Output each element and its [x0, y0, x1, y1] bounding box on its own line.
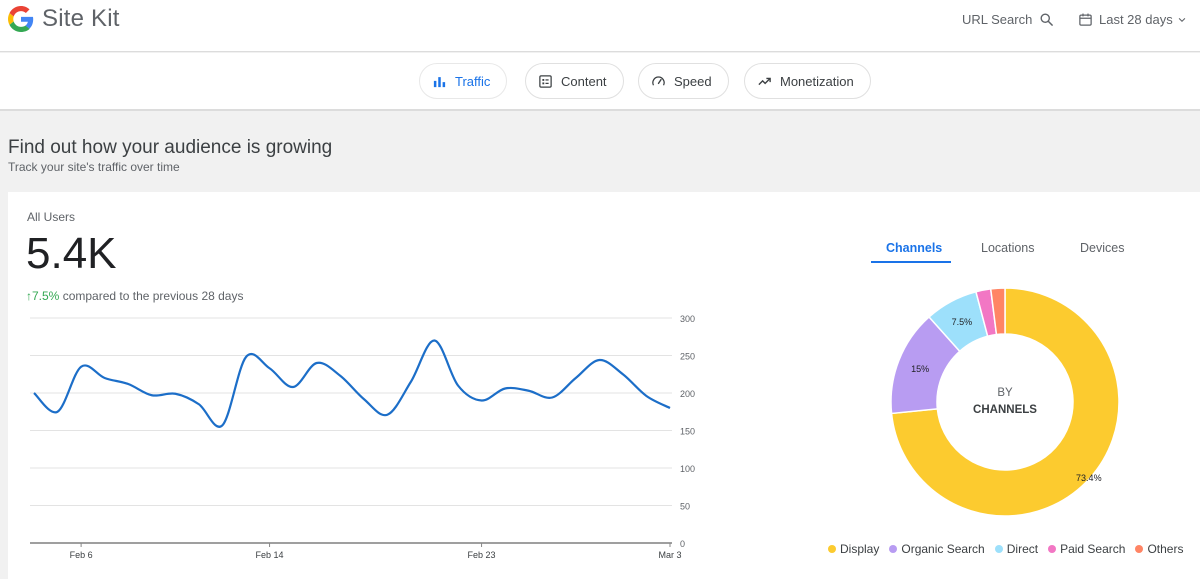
y-tick-label: 50 — [680, 502, 690, 512]
site-kit-logo[interactable]: Site Kit — [8, 5, 120, 33]
legend-label: Direct — [1006, 542, 1039, 556]
data-point[interactable] — [550, 395, 555, 400]
legend-item[interactable]: Organic Search — [889, 542, 985, 556]
y-tick-label: 0 — [680, 539, 685, 549]
data-point[interactable] — [291, 385, 296, 390]
data-point[interactable] — [126, 382, 131, 387]
data-point[interactable] — [644, 394, 649, 399]
tab-content-label: Content — [561, 73, 607, 89]
slice-value-label: 7.5% — [952, 317, 973, 327]
data-point[interactable] — [173, 391, 178, 396]
tab-content[interactable]: Content — [525, 63, 624, 99]
trending-up-icon — [758, 77, 771, 85]
legend-label: Display — [840, 542, 880, 556]
data-point[interactable] — [196, 402, 201, 407]
data-point[interactable] — [526, 388, 531, 393]
legend-swatch — [1048, 545, 1057, 553]
top-header: Site Kit URL Search Last 28 days — [0, 0, 1200, 52]
google-g-icon — [8, 6, 34, 32]
slice-value-label: 15% — [911, 364, 929, 374]
tab-channels[interactable]: Channels — [886, 241, 942, 255]
url-search-button[interactable]: URL Search — [962, 12, 1054, 27]
data-point[interactable] — [55, 409, 60, 414]
data-point[interactable] — [220, 423, 225, 428]
metric-label: All Users — [27, 210, 76, 224]
y-tick-label: 200 — [680, 389, 695, 399]
legend-swatch — [889, 545, 898, 553]
y-tick-label: 150 — [680, 427, 695, 437]
data-point[interactable] — [620, 372, 625, 377]
slice-value-label: 73.4% — [1076, 473, 1102, 483]
content-icon — [539, 74, 552, 88]
legend-swatch — [994, 545, 1003, 553]
donut-legend: Display Organic Search Direct Paid Search Ot… — [828, 542, 1193, 556]
x-tick-label: Feb 14 — [256, 550, 284, 560]
tab-speed[interactable]: Speed — [638, 63, 729, 99]
legend-label: Organic Search — [901, 542, 985, 556]
x-tick-label: Feb 23 — [468, 550, 496, 560]
metric-change: ↑7.5% compared to the previous 28 days — [26, 289, 243, 303]
donut-center-line2: CHANNELS — [973, 404, 1037, 416]
tab-locations[interactable]: Locations — [981, 241, 1035, 255]
section-subtitle: Track your site's traffic over time — [8, 160, 180, 174]
app-name: Site Kit — [42, 5, 120, 32]
data-point[interactable] — [432, 338, 437, 343]
tab-monetization-label: Monetization — [780, 73, 854, 89]
data-point[interactable] — [338, 373, 343, 378]
legend-item[interactable]: Display — [828, 542, 879, 556]
dashboard-nav: Traffic Content Speed Monetization — [0, 53, 1200, 111]
data-point[interactable] — [503, 386, 508, 391]
data-point[interactable] — [32, 391, 37, 396]
data-point[interactable] — [479, 398, 484, 403]
data-point[interactable] — [456, 383, 461, 388]
tab-speed-label: Speed — [674, 73, 712, 89]
tab-monetization[interactable]: Monetization — [744, 63, 871, 99]
legend-label: Others — [1147, 542, 1184, 556]
donut-center-line1: BY — [997, 387, 1013, 399]
legend-item[interactable]: Paid Search — [1048, 542, 1125, 556]
speedometer-icon — [652, 75, 665, 86]
date-range-label: Last 28 days — [1099, 12, 1173, 27]
data-point[interactable] — [267, 366, 272, 371]
data-point[interactable] — [408, 379, 413, 384]
legend-swatch — [828, 545, 836, 553]
calendar-icon — [1079, 13, 1092, 26]
y-tick-label: 250 — [680, 352, 695, 362]
data-point[interactable] — [79, 364, 84, 369]
change-value: 7.5% — [32, 289, 60, 303]
legend-item[interactable]: Direct — [994, 542, 1039, 556]
data-point[interactable] — [314, 361, 319, 366]
y-tick-label: 300 — [680, 314, 695, 324]
chevron-down-icon — [1178, 17, 1186, 22]
bar-chart-icon — [433, 76, 446, 87]
url-search-label: URL Search — [962, 12, 1033, 27]
tab-devices[interactable]: Devices — [1080, 241, 1124, 255]
data-point[interactable] — [361, 397, 366, 402]
tab-traffic-label: Traffic — [455, 73, 491, 89]
data-point[interactable] — [573, 376, 578, 381]
data-point[interactable] — [668, 406, 673, 411]
data-point[interactable] — [244, 355, 249, 360]
y-tick-label: 100 — [680, 464, 695, 474]
data-point[interactable] — [597, 358, 602, 363]
legend-swatch — [1135, 545, 1144, 553]
legend-item[interactable]: Others — [1135, 542, 1183, 556]
date-range-selector[interactable]: Last 28 days — [1078, 12, 1187, 27]
legend-label: Paid Search — [1060, 542, 1126, 556]
data-point[interactable] — [385, 412, 390, 417]
x-tick-label: Feb 6 — [70, 550, 93, 560]
metric-value: 5.4K — [26, 229, 117, 278]
data-point[interactable] — [149, 393, 154, 398]
data-point[interactable] — [102, 376, 107, 381]
search-icon — [1040, 13, 1054, 26]
change-text: compared to the previous 28 days — [59, 289, 244, 303]
x-tick-label: Mar 3 — [658, 550, 681, 560]
tab-traffic[interactable]: Traffic — [419, 63, 508, 99]
active-tab-indicator — [871, 261, 951, 263]
section-title: Find out how your audience is growing — [8, 137, 333, 158]
traffic-line-chart: 0 50 100 150 200 250 300 Feb 6 Feb 14 Feb 23 Mar 3 — [30, 314, 695, 560]
